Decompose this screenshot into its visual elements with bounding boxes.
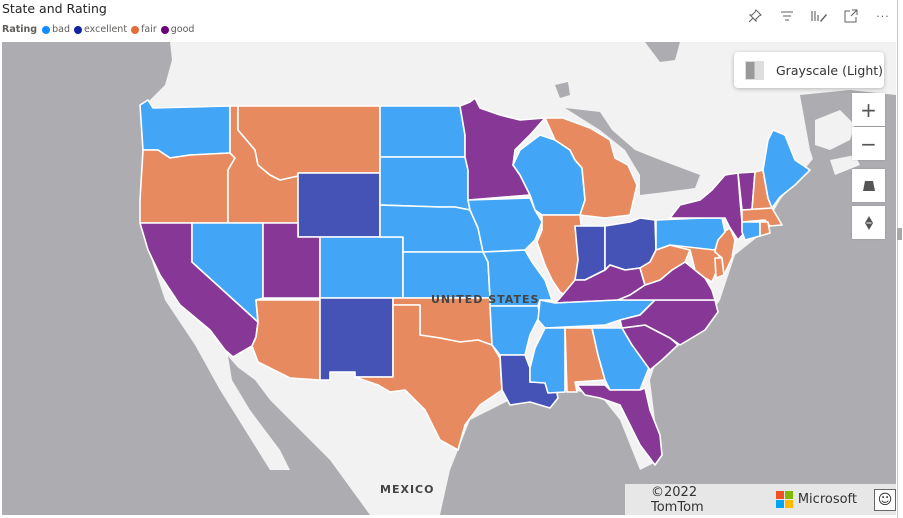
filter-button[interactable] <box>777 6 797 26</box>
state-wyoming[interactable] <box>297 172 381 238</box>
state-north-dakota[interactable] <box>379 105 466 158</box>
legend-item-fair[interactable]: fair <box>131 24 157 35</box>
plus-icon: + <box>860 97 877 122</box>
map-style-thumbnail-icon <box>745 60 764 80</box>
feedback-button[interactable]: ☺ <box>874 488 896 511</box>
visual-title: State and Rating <box>2 1 107 16</box>
zoom-in-button[interactable]: + <box>852 93 885 126</box>
focus-mode-button[interactable] <box>841 6 861 26</box>
legend-item-bad[interactable]: bad <box>42 24 70 35</box>
legend-item-good[interactable]: good <box>160 24 195 35</box>
visual-header-toolbar: ··· <box>745 6 893 26</box>
legend-dot <box>160 25 169 34</box>
focus-mode-icon <box>844 9 858 23</box>
pitch-button[interactable] <box>852 169 885 202</box>
filter-icon <box>781 11 793 21</box>
legend-dot <box>73 25 82 34</box>
legend-item-excellent[interactable]: excellent <box>73 24 128 35</box>
map-style-label: Grayscale (Light) <box>776 62 884 78</box>
compass-icon <box>864 215 873 230</box>
more-options-button[interactable]: ··· <box>873 6 893 26</box>
compass-button[interactable] <box>852 206 885 239</box>
state-connecticut[interactable] <box>741 221 761 241</box>
legend-label: fair <box>141 24 157 35</box>
microsoft-label: Microsoft <box>797 492 858 507</box>
state-colorado[interactable] <box>319 236 404 299</box>
microsoft-brand: Microsoft <box>775 491 858 508</box>
state-south-dakota[interactable] <box>379 156 471 211</box>
map-attribution-bar: ©2022 TomTom Microsoft ☺ <box>625 484 896 515</box>
map-svg <box>139 42 896 515</box>
legend-label: bad <box>52 24 70 35</box>
zoom-out-button[interactable]: − <box>852 127 885 160</box>
pin-icon <box>748 9 762 23</box>
legend-label: excellent <box>83 24 128 35</box>
legend: Rating bad excellent fair good <box>2 24 198 35</box>
more-options-icon: ··· <box>876 9 890 23</box>
state-oregon[interactable] <box>139 149 236 224</box>
legend-title: Rating <box>2 24 38 35</box>
state-kansas[interactable] <box>402 251 491 299</box>
state-pennsylvania[interactable] <box>655 217 726 251</box>
legend-dot <box>131 25 140 34</box>
state-rhode-island[interactable] <box>759 221 771 237</box>
pitch-icon <box>862 180 875 191</box>
country-label-united-states: UNITED STATES <box>431 293 540 306</box>
map-canvas[interactable]: UNITED STATES MEXICO <box>2 42 896 515</box>
smiley-icon: ☺ <box>877 491 893 508</box>
format-icon <box>811 11 827 22</box>
vertical-scrollbar[interactable] <box>897 0 903 518</box>
country-label-mexico: MEXICO <box>380 483 435 496</box>
format-visual-button[interactable] <box>809 6 829 26</box>
pin-button[interactable] <box>745 6 765 26</box>
microsoft-logo-icon <box>775 491 793 508</box>
legend-dot <box>42 25 51 34</box>
scrollbar-thumb[interactable] <box>897 228 902 240</box>
minus-icon: − <box>860 131 877 156</box>
state-new-mexico[interactable] <box>319 297 394 381</box>
legend-label: good <box>170 24 195 35</box>
map-style-picker[interactable]: Grayscale (Light) <box>734 52 884 88</box>
copyright-text: ©2022 TomTom <box>651 484 704 515</box>
